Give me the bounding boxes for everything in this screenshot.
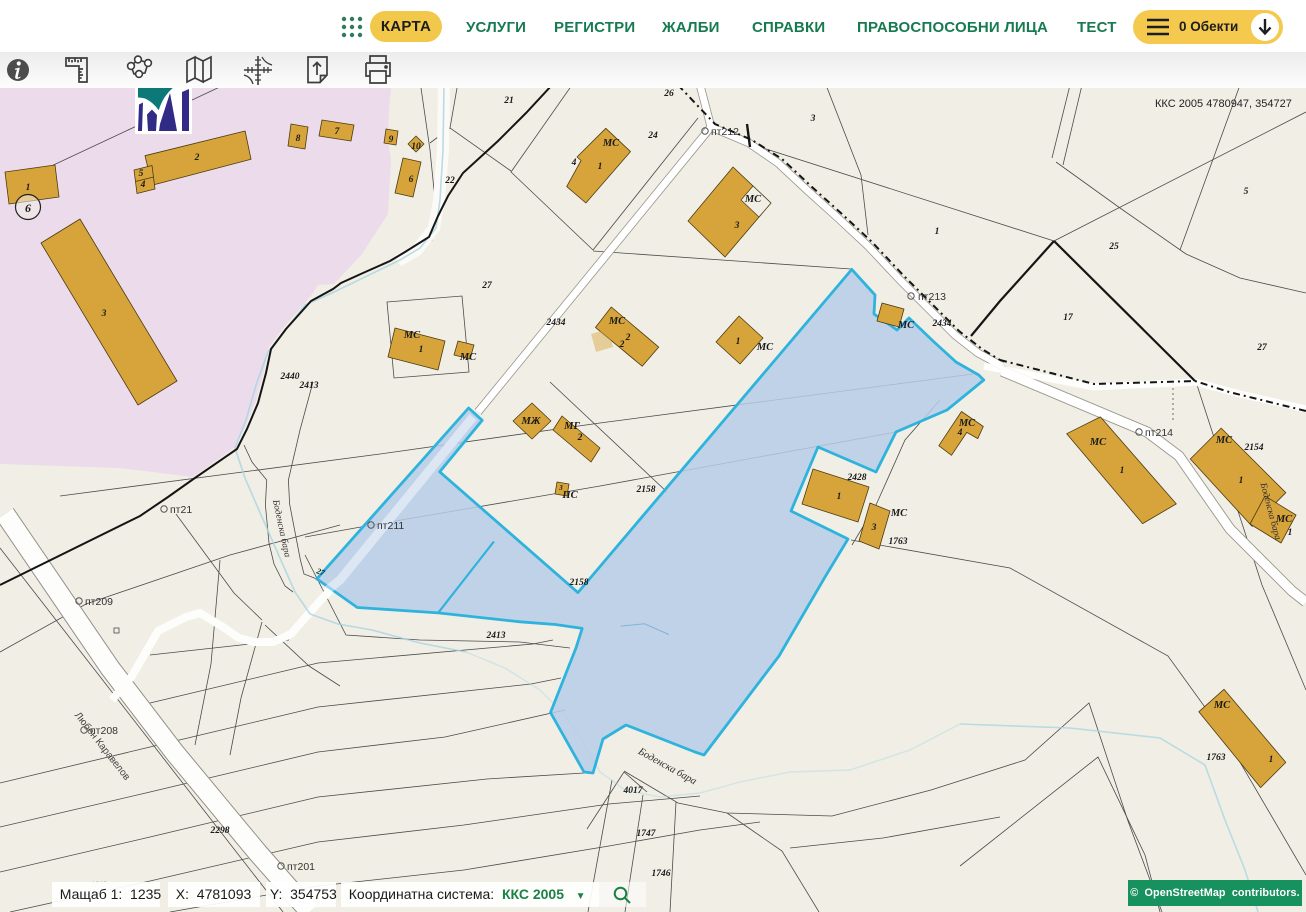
svg-text:МС: МС	[890, 508, 908, 519]
svg-text:1763: 1763	[889, 537, 908, 547]
svg-text:27: 27	[1256, 343, 1268, 353]
svg-text:пт21: пт21	[170, 504, 192, 516]
svg-text:2: 2	[619, 340, 625, 350]
svg-text:24: 24	[647, 131, 658, 141]
svg-text:17: 17	[1063, 313, 1074, 323]
svg-text:4: 4	[571, 158, 577, 168]
svg-text:2413: 2413	[299, 381, 319, 391]
svg-text:1: 1	[1269, 755, 1274, 765]
svg-text:5: 5	[139, 169, 144, 179]
svg-text:6: 6	[409, 175, 414, 185]
svg-text:МС: МС	[744, 194, 762, 205]
svg-text:2158: 2158	[636, 485, 656, 495]
svg-text:МС: МС	[459, 352, 477, 363]
svg-text:МС: МС	[602, 138, 620, 149]
svg-text:2434: 2434	[932, 319, 952, 329]
svg-text:21: 21	[503, 96, 514, 106]
svg-text:25: 25	[1108, 242, 1119, 252]
svg-text:пт211: пт211	[377, 520, 404, 532]
svg-text:4017: 4017	[623, 786, 644, 796]
svg-text:1: 1	[935, 227, 940, 237]
svg-text:4: 4	[957, 428, 963, 438]
svg-text:1746: 1746	[652, 869, 671, 879]
svg-text:3: 3	[734, 221, 740, 231]
svg-text:пт213: пт213	[918, 291, 946, 303]
svg-text:1: 1	[736, 337, 741, 347]
svg-text:1: 1	[1120, 466, 1125, 476]
svg-text:2: 2	[625, 333, 631, 343]
svg-text:МС: МС	[756, 342, 774, 353]
svg-text:3: 3	[871, 523, 877, 533]
svg-text:1: 1	[1288, 528, 1293, 538]
svg-text:МГ: МГ	[563, 421, 580, 432]
svg-text:пт214: пт214	[1145, 427, 1173, 439]
svg-text:2434: 2434	[546, 318, 566, 328]
svg-text:1: 1	[598, 162, 603, 172]
svg-text:1: 1	[26, 183, 31, 193]
svg-text:2413: 2413	[486, 631, 506, 641]
svg-text:МС: МС	[1213, 700, 1231, 711]
svg-text:пт201: пт201	[287, 861, 315, 873]
svg-text:10: 10	[411, 142, 421, 152]
svg-text:МС: МС	[897, 320, 915, 331]
svg-text:2: 2	[194, 153, 200, 163]
svg-text:ККС 2005 4780947, 354727: ККС 2005 4780947, 354727	[1155, 98, 1292, 110]
svg-text:1: 1	[1239, 476, 1244, 486]
svg-text:22: 22	[444, 176, 455, 186]
svg-text:26: 26	[663, 89, 674, 99]
svg-text:1763: 1763	[1207, 753, 1226, 763]
svg-text:МЖ: МЖ	[521, 416, 541, 427]
svg-text:3: 3	[101, 309, 107, 319]
svg-text:1: 1	[419, 345, 424, 355]
svg-text:4: 4	[140, 180, 146, 190]
svg-text:МС: МС	[1215, 435, 1233, 446]
svg-text:пт209: пт209	[85, 596, 113, 608]
svg-text:27: 27	[481, 281, 493, 291]
svg-text:2: 2	[577, 433, 583, 443]
svg-text:ПС: ПС	[561, 490, 578, 501]
svg-text:МС: МС	[958, 418, 976, 429]
svg-text:МС: МС	[608, 316, 626, 327]
svg-text:2428: 2428	[847, 473, 867, 483]
svg-text:2298: 2298	[210, 826, 230, 836]
svg-text:2154: 2154	[1244, 443, 1264, 453]
svg-text:2440: 2440	[280, 372, 300, 382]
svg-text:1: 1	[837, 492, 842, 502]
svg-text:МС: МС	[1089, 437, 1107, 448]
svg-text:2158: 2158	[569, 578, 589, 588]
svg-text:3: 3	[810, 114, 816, 124]
svg-text:5: 5	[1244, 187, 1249, 197]
svg-text:9: 9	[389, 135, 394, 145]
svg-text:1747: 1747	[637, 829, 657, 839]
svg-text:пт212: пт212	[711, 126, 739, 138]
svg-text:6: 6	[25, 201, 31, 215]
svg-text:МС: МС	[403, 330, 421, 341]
svg-text:8: 8	[296, 134, 301, 144]
